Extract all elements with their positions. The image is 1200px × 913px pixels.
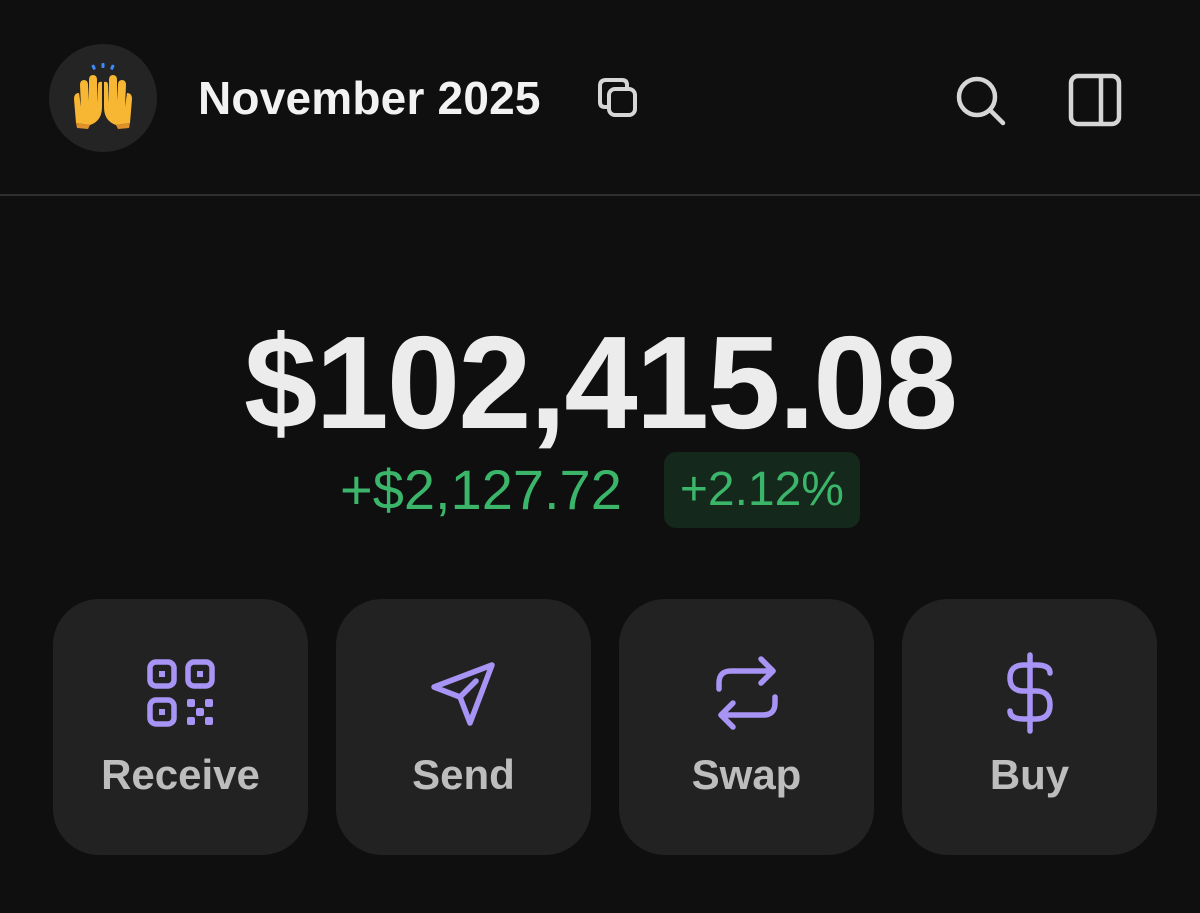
- search-button[interactable]: [950, 70, 1010, 130]
- buy-button[interactable]: Buy: [902, 599, 1157, 855]
- dollar-icon: [1006, 652, 1053, 734]
- account-avatar[interactable]: [49, 44, 157, 152]
- balance-change-row: +$2,127.72 +2.12%: [0, 452, 1200, 528]
- swap-icon: [715, 656, 778, 730]
- sidebar-panel-icon: [1068, 73, 1122, 127]
- qr-code-icon: [146, 659, 215, 727]
- account-title[interactable]: November 2025: [198, 70, 541, 126]
- raising-hands-emoji-icon: [74, 63, 132, 129]
- swap-label: Swap: [691, 751, 802, 798]
- search-icon: [956, 76, 1006, 126]
- change-amount: +$2,127.72: [340, 458, 622, 521]
- quick-actions: Receive Send Swap Buy: [53, 599, 1157, 855]
- send-icon: [430, 662, 495, 726]
- receive-button[interactable]: Receive: [53, 599, 308, 855]
- copy-icon: [598, 78, 637, 117]
- sidebar-toggle-button[interactable]: [1064, 70, 1126, 130]
- send-button[interactable]: Send: [336, 599, 591, 855]
- total-balance: $102,415.08: [243, 309, 958, 456]
- buy-label: Buy: [989, 751, 1070, 798]
- send-label: Send: [412, 751, 515, 798]
- header-bar: November 2025: [0, 0, 1200, 196]
- swap-button[interactable]: Swap: [619, 599, 874, 855]
- change-percent-badge: +2.12%: [663, 452, 860, 528]
- copy-button[interactable]: [594, 74, 642, 122]
- receive-label: Receive: [101, 751, 260, 798]
